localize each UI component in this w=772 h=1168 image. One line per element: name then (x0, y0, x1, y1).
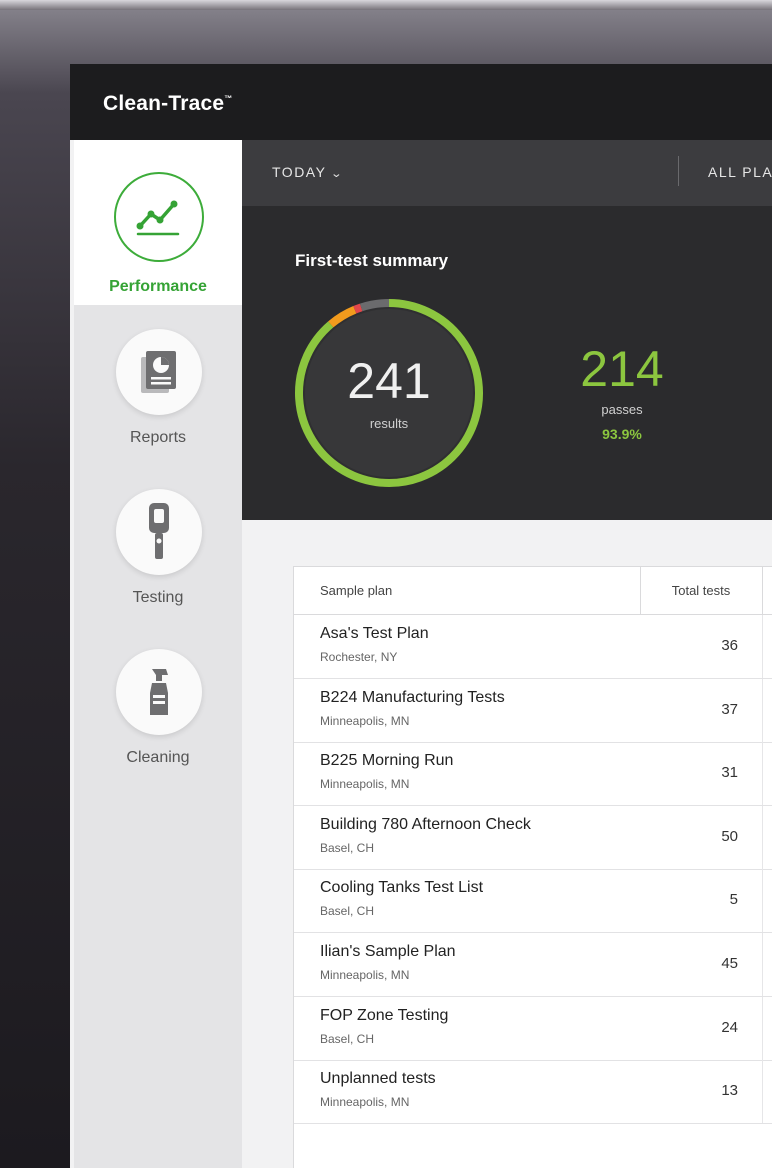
sidebar-item-label: Testing (132, 589, 184, 606)
sample-plan-name: FOP Zone Testing (320, 1006, 449, 1024)
sidebar-item-performance[interactable]: Performance (74, 140, 242, 305)
testing-device-icon (116, 489, 202, 575)
plans-dropdown[interactable]: ALL PLANS (708, 164, 772, 180)
column-header-sample-plan[interactable]: Sample plan (320, 583, 392, 598)
table-header: Sample plan Total tests (294, 567, 772, 615)
sample-plan-location: Rochester, NY (320, 650, 398, 664)
ring-segment-fail (353, 303, 363, 314)
spray-bottle-icon (116, 649, 202, 735)
column-divider (762, 805, 763, 869)
app-screen: Clean-Trace™ Performance Reports Testing… (70, 64, 772, 1168)
chevron-down-icon: ⌄ (330, 168, 345, 180)
total-tests-value: 24 (721, 1018, 738, 1036)
app-header: Clean-Trace™ (70, 64, 772, 140)
sidebar-item-cleaning[interactable]: Cleaning (74, 625, 242, 790)
total-tests-value: 45 (721, 955, 738, 972)
column-divider (762, 996, 763, 1060)
passes-value: 214 (580, 341, 664, 397)
sample-plan-location: Minneapolis, MN (320, 777, 410, 792)
total-tests-value: 31 (721, 764, 738, 782)
sample-plan-name: Building 780 Afternoon Check (320, 815, 531, 833)
ring-segment-other (359, 299, 390, 312)
sample-plan-name: Cooling Tanks Test List (320, 879, 484, 897)
table-row[interactable]: Ilian's Sample Plan Minneapolis, MN 45 (294, 933, 772, 997)
app-logo: Clean-Trace™ (103, 92, 233, 115)
sidebar-item-label: Reports (129, 429, 187, 446)
column-divider (762, 869, 763, 933)
column-divider (762, 678, 763, 742)
sample-plan-name: Unplanned tests (320, 1070, 436, 1088)
sample-plan-location: Basel, CH (320, 904, 375, 919)
column-divider (762, 933, 763, 996)
table-row[interactable]: B224 Manufacturing Tests Minneapolis, MN 3… (294, 678, 772, 743)
sample-plan-location: Minneapolis, MN (320, 1095, 410, 1110)
table-row[interactable]: Asa's Test Plan Rochester, NY 36 (294, 615, 772, 679)
sidebar-item-label: Cleaning (126, 749, 190, 766)
total-results-value: 241 (347, 353, 431, 409)
sample-plan-location: Basel, CH (320, 840, 375, 855)
period-dropdown[interactable]: TODAY ⌄ (272, 164, 343, 180)
summary-title: First-test summary (295, 251, 449, 270)
total-tests-value: 37 (721, 700, 738, 718)
sidebar-item-reports[interactable]: Reports (74, 305, 242, 470)
column-header-total-tests[interactable]: Total tests (640, 583, 762, 598)
sample-plan-name: Ilian's Sample Plan (320, 943, 456, 960)
sample-plan-location: Minneapolis, MN (320, 713, 410, 728)
table-row[interactable]: Cooling Tanks Test List Basel, CH 5 (294, 869, 772, 934)
filter-divider (678, 156, 679, 186)
total-tests-value: 5 (729, 891, 738, 909)
sample-plan-location: Minneapolis, MN (320, 968, 410, 982)
passes-label: passes (601, 402, 643, 417)
column-divider (762, 567, 763, 614)
table-row[interactable]: B225 Morning Run Minneapolis, MN 31 (294, 742, 772, 807)
table-row[interactable]: Building 780 Afternoon Check Basel, CH 50 (294, 805, 772, 870)
reports-icon (116, 329, 202, 415)
sample-plan-name: B224 Manufacturing Tests (320, 688, 505, 706)
sidebar-item-testing[interactable]: Testing (74, 465, 242, 630)
sidebar-nav: Performance Reports Testing Cleaning (74, 140, 242, 1168)
sidebar-item-label: Performance (109, 278, 207, 295)
total-tests-value: 36 (721, 637, 738, 654)
column-divider (762, 742, 763, 806)
sample-plan-name: B225 Morning Run (320, 752, 454, 770)
column-divider (762, 615, 763, 678)
total-tests-value: 50 (721, 827, 738, 845)
monitor-top-edge (0, 0, 772, 10)
sample-plan-location: Basel, CH (320, 1031, 375, 1046)
sample-plan-name: Asa's Test Plan (320, 625, 429, 642)
filter-bar: TODAY⌄ ALL PLANS (242, 140, 772, 206)
total-tests-value: 13 (721, 1082, 738, 1100)
performance-chart-icon (114, 172, 204, 262)
results-label: results (369, 416, 409, 431)
sample-plan-table: Sample plan Total tests Asa's Test Plan R… (293, 566, 772, 1168)
first-test-summary-panel: First-test summary 241 results 214 passe… (242, 206, 772, 520)
column-divider (762, 1060, 763, 1124)
pass-rate-value: 93.9% (602, 426, 642, 442)
table-row[interactable]: Unplanned tests Minneapolis, MN 13 (294, 1060, 772, 1125)
table-row[interactable]: FOP Zone Testing Basel, CH 24 (294, 996, 772, 1061)
